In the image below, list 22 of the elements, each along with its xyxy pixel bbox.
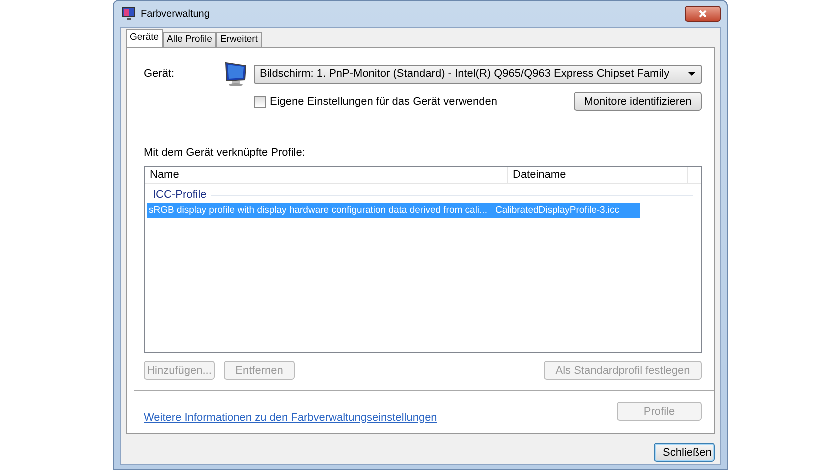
help-link[interactable]: Weitere Informationen zu den Farbverwaltungseinstellungen	[144, 412, 438, 424]
close-button[interactable]	[685, 6, 721, 22]
monitor-icon	[122, 7, 136, 21]
identify-monitors-button[interactable]: Monitore identifizieren	[574, 92, 702, 111]
tab[interactable]: Geräte	[126, 29, 164, 48]
close-icon	[698, 9, 708, 19]
column-header[interactable]: Name	[145, 167, 507, 183]
window-title: Farbverwaltung	[141, 8, 210, 20]
tab[interactable]: Alle Profile	[163, 32, 216, 48]
monitor-icon	[223, 61, 249, 87]
device-dropdown[interactable]: Bildschirm: 1. PnP-Monitor (Standard) - Intel(R) Q965/Q963 Express Chipset Family	[254, 64, 702, 84]
profile-name: sRGB display profile with display hardware configuration data derived from cali...	[148, 205, 488, 216]
section-label: Mit dem Gerät verknüpfte Profile:	[144, 147, 306, 159]
close-dialog-button[interactable]: Schließen	[654, 443, 715, 462]
checkbox-label: Eigene Einstellungen für das Gerät verwenden	[270, 96, 498, 108]
checkbox[interactable]	[254, 96, 266, 108]
device-label: Gerät:	[144, 68, 176, 80]
caret-icon	[688, 72, 696, 76]
file-name: CalibratedDisplayProfile-3.icc	[495, 205, 620, 216]
column-header[interactable]: Dateiname	[507, 167, 687, 183]
group-header: ICC-Profile	[153, 189, 207, 201]
tab[interactable]: Erweitert	[216, 32, 262, 48]
